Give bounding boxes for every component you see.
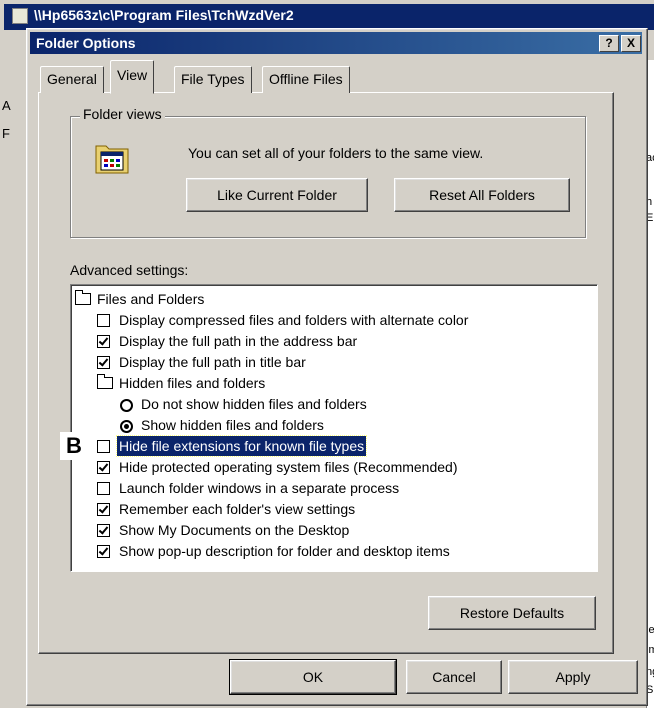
ok-button[interactable]: OK (229, 659, 397, 695)
callout-marker-b: B (60, 432, 88, 460)
list-item-checkbox[interactable]: Hide protected operating system files (R… (97, 457, 460, 477)
tab-general[interactable]: General (40, 66, 104, 93)
radio-unselected[interactable] (120, 399, 133, 412)
tab-offline-files[interactable]: Offline Files (262, 66, 350, 93)
list-item-radio[interactable]: Do not show hidden files and folders (119, 394, 369, 414)
checkbox-checked[interactable] (97, 524, 110, 537)
list-item-checkbox[interactable]: Show pop-up description for folder and d… (97, 541, 452, 561)
background-left-letter: F (2, 126, 10, 141)
list-item-checkbox-selected[interactable]: Hide file extensions for known file type… (97, 435, 368, 457)
folder-icon (75, 290, 91, 305)
list-item-checkbox[interactable]: Display the full path in the address bar (97, 331, 359, 351)
checkbox-unchecked[interactable] (97, 314, 110, 327)
list-item-label: Show hidden files and folders (141, 417, 324, 433)
list-item-label: Display the full path in the address bar (119, 333, 358, 349)
checkbox-checked[interactable] (97, 461, 110, 474)
checkbox-unchecked[interactable] (97, 482, 110, 495)
list-item-label: Files and Folders (97, 291, 205, 307)
list-item-label: Launch folder windows in a separate proc… (119, 480, 400, 496)
list-item-label: Do not show hidden files and folders (141, 396, 367, 412)
checkbox-checked[interactable] (97, 545, 110, 558)
background-left-strip: A F (0, 60, 28, 708)
list-item-label: Hide protected operating system files (R… (119, 459, 458, 475)
tab-file-types[interactable]: File Types (174, 66, 252, 93)
apply-button[interactable]: Apply (508, 660, 638, 694)
dialog-title: Folder Options (36, 35, 136, 51)
list-item-label: Show My Documents on the Desktop (119, 522, 350, 538)
checkbox-checked[interactable] (97, 335, 110, 348)
radio-selected[interactable] (120, 420, 133, 433)
reset-all-folders-button[interactable]: Reset All Folders (394, 178, 570, 212)
restore-defaults-button[interactable]: Restore Defaults (428, 596, 596, 630)
list-item-label: Hide file extensions for known file type… (115, 435, 368, 457)
close-button[interactable]: X (621, 35, 641, 52)
checkbox-checked[interactable] (97, 356, 110, 369)
list-item-label: Display compressed files and folders wit… (119, 312, 469, 328)
advanced-settings-list[interactable]: Files and Folders Display compressed fil… (70, 284, 598, 572)
folder-views-group (70, 116, 586, 238)
advanced-settings-label: Advanced settings: (70, 262, 189, 278)
cancel-button[interactable]: Cancel (406, 660, 502, 694)
list-item-checkbox[interactable]: Launch folder windows in a separate proc… (97, 478, 401, 498)
tree-folder-hidden-files[interactable]: Hidden files and folders (97, 373, 267, 393)
list-item-radio[interactable]: Show hidden files and folders (119, 415, 326, 435)
background-window-titlebar: \\Hp6563z\c\Program Files\TchWzdVer2 (4, 4, 654, 30)
tree-folder-files-and-folders[interactable]: Files and Folders (75, 289, 206, 309)
folder-window-icon (12, 8, 28, 24)
background-left-letter: A (2, 98, 11, 113)
folder-views-description: You can set all of your folders to the s… (188, 145, 484, 161)
background-window-title: \\Hp6563z\c\Program Files\TchWzdVer2 (34, 7, 294, 23)
list-item-checkbox[interactable]: Show My Documents on the Desktop (97, 520, 351, 540)
list-item-label: Show pop-up description for folder and d… (119, 543, 450, 559)
tab-view[interactable]: View (110, 60, 155, 94)
checkbox-unchecked[interactable] (97, 440, 110, 453)
list-item-checkbox[interactable]: Remember each folder's view settings (97, 499, 357, 519)
folder-icon (97, 374, 113, 389)
list-item-label: Display the full path in title bar (119, 354, 306, 370)
help-button[interactable]: ? (599, 35, 619, 52)
dialog-titlebar[interactable]: Folder Options ? X (30, 32, 642, 54)
list-item-label: Hidden files and folders (119, 375, 266, 391)
list-item-label: Remember each folder's view settings (119, 501, 356, 517)
like-current-folder-button[interactable]: Like Current Folder (186, 178, 368, 212)
checkbox-checked[interactable] (97, 503, 110, 516)
list-item-checkbox[interactable]: Display compressed files and folders wit… (97, 310, 470, 330)
folder-options-icon (95, 145, 129, 174)
list-item-checkbox[interactable]: Display the full path in title bar (97, 352, 308, 372)
folder-views-legend: Folder views (80, 106, 165, 122)
